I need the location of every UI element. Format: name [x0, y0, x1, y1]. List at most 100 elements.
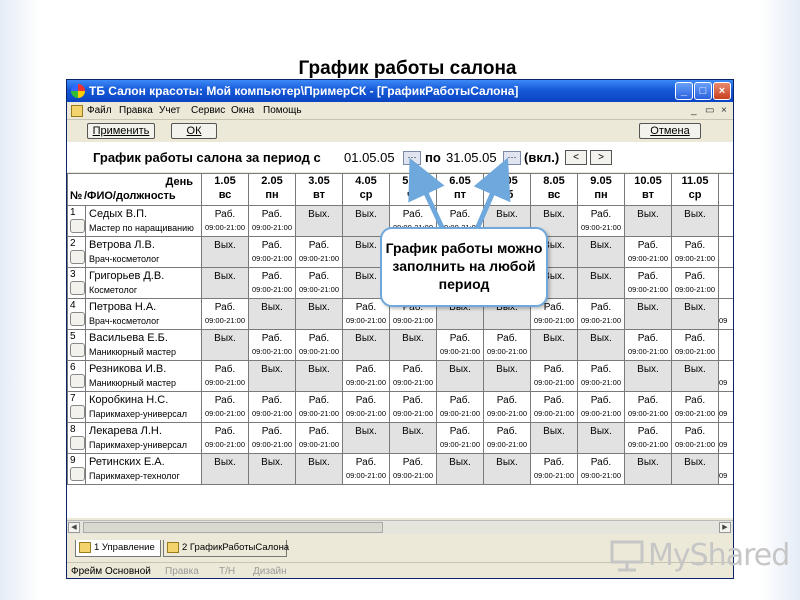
mdi-minimize-button[interactable]: _	[691, 105, 697, 116]
table-row[interactable]: 5 Васильева Е.Б. Маникюрный мастер Вых. Раб.…	[67, 329, 733, 361]
table-row[interactable]: 7 Коробкина Н.С. Парикмахер-универсал Раб. 0…	[67, 391, 733, 423]
schedule-cell-work[interactable]: Раб. 09:00-21:00	[248, 267, 296, 299]
schedule-cell-partial[interactable]: 09	[718, 391, 733, 423]
schedule-cell-work[interactable]: Раб. 09:00-21:00	[624, 422, 672, 454]
tab-management[interactable]: 1 Управление	[75, 540, 161, 557]
schedule-cell-work[interactable]: Раб. 09:00-21:00	[295, 267, 343, 299]
menu-help[interactable]: Помощь	[263, 105, 302, 116]
schedule-cell-work[interactable]: Раб. 09:00-21:00	[436, 422, 484, 454]
row-select-button[interactable]	[70, 343, 85, 357]
employee-cell[interactable]: Ретинских Е.А. Парикмахер-технолог	[85, 453, 202, 485]
schedule-cell-off[interactable]: Вых.	[436, 360, 484, 392]
status-tn[interactable]: Т/Н	[219, 566, 235, 577]
status-design[interactable]: Дизайн	[253, 566, 287, 577]
schedule-cell-work[interactable]: Раб. 09:00-21:00	[201, 205, 249, 237]
schedule-cell-off[interactable]: Вых.	[624, 360, 672, 392]
schedule-cell-work[interactable]: Раб. 09:00-21:00	[577, 298, 625, 330]
schedule-cell-off[interactable]: Вых.	[201, 329, 249, 361]
menu-service[interactable]: Сервис	[191, 105, 225, 116]
schedule-cell-work[interactable]: Раб. 09:00-21:00	[577, 205, 625, 237]
table-row[interactable]: 8 Лекарева Л.Н. Парикмахер-универсал Раб. 09…	[67, 422, 733, 454]
employee-cell[interactable]: Васильева Е.Б. Маникюрный мастер	[85, 329, 202, 361]
schedule-cell-off[interactable]: Вых.	[577, 422, 625, 454]
schedule-cell-off[interactable]: Вых.	[624, 453, 672, 485]
schedule-cell-work[interactable]: Раб. 09:00-21:00	[624, 329, 672, 361]
row-select-button[interactable]	[70, 219, 85, 233]
schedule-cell-off[interactable]: Вых.	[295, 360, 343, 392]
schedule-cell-off[interactable]: Вых.	[624, 205, 672, 237]
schedule-cell-work[interactable]: Раб. 09:00-21:00	[624, 391, 672, 423]
schedule-cell-work[interactable]: Раб. 09:00-21:00	[342, 391, 390, 423]
tab-work-schedule[interactable]: 2 ГрафикРаботыСалона	[163, 540, 289, 557]
maximize-button[interactable]: □	[694, 82, 712, 100]
schedule-cell-work[interactable]: Раб. 09:00-21:00	[624, 236, 672, 268]
schedule-cell-off[interactable]: Вых.	[248, 360, 296, 392]
schedule-cell-work[interactable]: Раб. 09:00-21:00	[295, 422, 343, 454]
schedule-cell-off[interactable]: Вых.	[342, 329, 390, 361]
schedule-cell-off[interactable]: Вых.	[577, 267, 625, 299]
schedule-cell-off[interactable]: Вых.	[295, 298, 343, 330]
schedule-cell-work[interactable]: Раб. 09:00-21:00	[577, 391, 625, 423]
schedule-cell-work[interactable]: Раб. 09:00-21:00	[671, 329, 719, 361]
schedule-cell-work[interactable]: Раб. 09:00-21:00	[671, 267, 719, 299]
menu-accounting[interactable]: Учет	[159, 105, 180, 116]
schedule-cell-off[interactable]: Вых.	[530, 422, 578, 454]
employee-cell[interactable]: Григорьев Д.В. Косметолог	[85, 267, 202, 299]
schedule-cell-off[interactable]: Вых.	[483, 453, 531, 485]
schedule-cell-work[interactable]: Раб. 09:00-21:00	[436, 329, 484, 361]
schedule-cell-work[interactable]: Раб. 09:00-21:00	[483, 391, 531, 423]
mdi-close-button[interactable]: ×	[721, 105, 727, 116]
row-select-button[interactable]	[70, 312, 85, 326]
document-icon[interactable]	[71, 105, 83, 117]
schedule-cell-off[interactable]: Вых.	[671, 360, 719, 392]
status-main[interactable]: Основной	[105, 566, 151, 577]
scroll-right-arrow-icon[interactable]: ▶	[719, 522, 731, 533]
table-row[interactable]: 9 Ретинских Е.А. Парикмахер-технолог Вых. Вы…	[67, 453, 733, 485]
schedule-cell-work[interactable]: Раб. 09:00-21:00	[624, 267, 672, 299]
minimize-button[interactable]: _	[675, 82, 693, 100]
table-row[interactable]: 6 Резникова И.В. Маникюрный мастер Раб. 09:0…	[67, 360, 733, 392]
employee-cell[interactable]: Седых В.П. Мастер по наращиванию	[85, 205, 202, 237]
scroll-left-arrow-icon[interactable]: ◀	[68, 522, 80, 533]
row-select-button[interactable]	[70, 374, 85, 388]
schedule-cell-off[interactable]: Вых.	[389, 422, 437, 454]
schedule-cell-off[interactable]: Вых.	[389, 329, 437, 361]
schedule-cell-off[interactable]: Вых.	[671, 453, 719, 485]
schedule-cell-work[interactable]: Раб. 09:00-21:00	[295, 391, 343, 423]
schedule-cell-work[interactable]: Раб. 09:00-21:00	[248, 329, 296, 361]
schedule-cell-off[interactable]: Вых.	[295, 205, 343, 237]
schedule-cell-work[interactable]: Раб. 09:00-21:00	[530, 391, 578, 423]
schedule-cell-off[interactable]: Вых.	[483, 360, 531, 392]
date-to-field[interactable]: 31.05.05	[446, 150, 497, 165]
apply-button[interactable]: Применить	[87, 123, 155, 139]
schedule-cell-partial[interactable]: 09	[718, 298, 733, 330]
ok-button[interactable]: ОК	[171, 123, 217, 139]
schedule-cell-work[interactable]: Раб. 09:00-21:00	[389, 391, 437, 423]
employee-cell[interactable]: Ветрова Л.В. Врач-косметолог	[85, 236, 202, 268]
row-select-button[interactable]	[70, 467, 85, 481]
schedule-cell-partial[interactable]: 09	[718, 360, 733, 392]
cancel-button[interactable]: Отмена	[639, 123, 701, 139]
schedule-cell-work[interactable]: Раб. 09:00-21:00	[483, 422, 531, 454]
close-button[interactable]: ×	[713, 82, 731, 100]
schedule-cell-off[interactable]: Вых.	[577, 236, 625, 268]
mdi-restore-button[interactable]: ▭	[705, 105, 714, 116]
schedule-cell-work[interactable]: Раб. 09:00-21:00	[436, 391, 484, 423]
row-select-button[interactable]	[70, 281, 85, 295]
next-period-button[interactable]: >	[590, 150, 612, 165]
schedule-cell-partial[interactable]	[718, 329, 733, 361]
schedule-cell-off[interactable]: Вых.	[295, 453, 343, 485]
schedule-cell-partial[interactable]	[718, 236, 733, 268]
schedule-cell-work[interactable]: Раб. 09:00-21:00	[530, 453, 578, 485]
menu-file[interactable]: Файл	[87, 105, 112, 116]
schedule-cell-off[interactable]: Вых.	[624, 298, 672, 330]
employee-cell[interactable]: Резникова И.В. Маникюрный мастер	[85, 360, 202, 392]
row-select-button[interactable]	[70, 436, 85, 450]
schedule-cell-work[interactable]: Раб. 09:00-21:00	[248, 391, 296, 423]
schedule-cell-work[interactable]: Раб. 09:00-21:00	[671, 391, 719, 423]
schedule-cell-off[interactable]: Вых.	[530, 329, 578, 361]
employee-cell[interactable]: Петрова Н.А. Врач-косметолог	[85, 298, 202, 330]
schedule-cell-off[interactable]: Вых.	[436, 453, 484, 485]
schedule-cell-work[interactable]: Раб. 09:00-21:00	[248, 205, 296, 237]
row-select-button[interactable]	[70, 250, 85, 264]
